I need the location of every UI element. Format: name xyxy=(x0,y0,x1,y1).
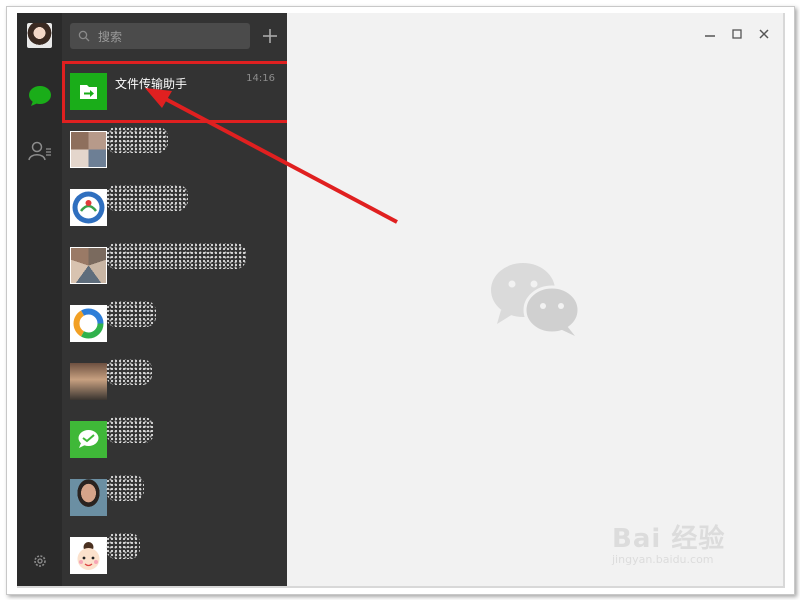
watermark-text: Bai 经验 xyxy=(612,524,726,554)
watermark-url: jingyan.baidu.com xyxy=(612,553,714,566)
baidu-watermark: Bai 经验 jingyan.baidu.com xyxy=(612,518,725,566)
annotation-arrow xyxy=(145,88,398,224)
